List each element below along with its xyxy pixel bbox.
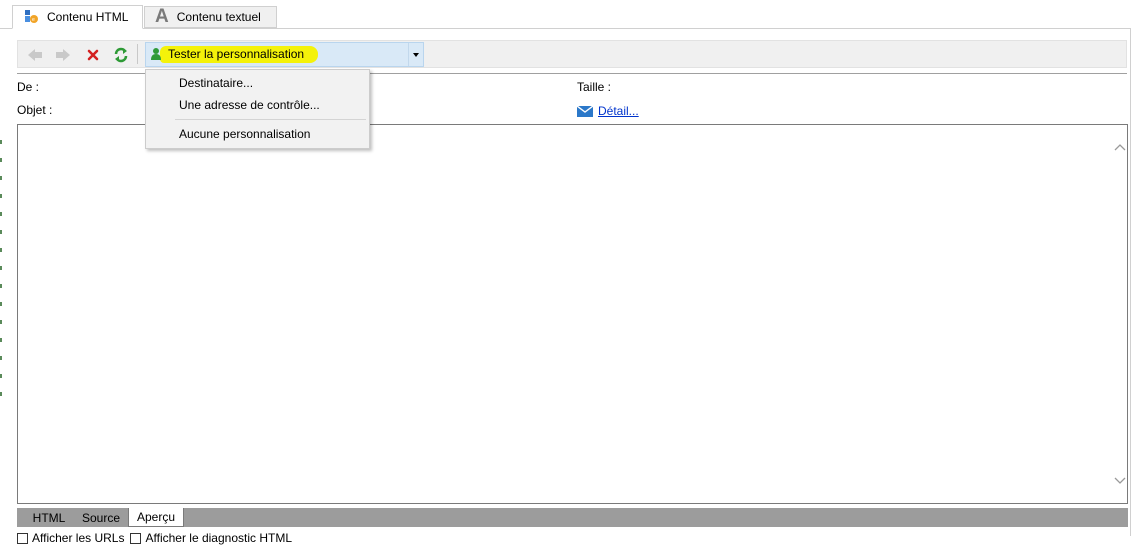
detail-link-wrap[interactable]: Détail... <box>577 104 639 118</box>
size-label: Taille : <box>577 80 612 94</box>
svg-text:e: e <box>32 17 35 23</box>
personalisation-label: Tester la personnalisation <box>168 47 305 61</box>
preview-pane[interactable] <box>17 124 1128 504</box>
envelope-icon <box>577 105 593 117</box>
tab-html-content[interactable]: e Contenu HTML <box>12 5 143 29</box>
tab-text-content[interactable]: A Contenu textuel <box>144 6 277 28</box>
refresh-icon <box>114 47 128 63</box>
tab-html[interactable]: HTML <box>25 508 73 527</box>
menu-item-recipient[interactable]: Destinataire... <box>179 76 253 90</box>
person-icon <box>151 47 161 64</box>
options-row: Afficher les URLs Afficher le diagnostic… <box>17 531 292 545</box>
menu-item-no-personalisation[interactable]: Aucune personnalisation <box>179 127 310 141</box>
window-edge <box>0 140 2 410</box>
combo-divider <box>408 43 409 66</box>
stop-button[interactable] <box>84 46 102 64</box>
checkbox[interactable] <box>17 533 28 545</box>
forward-button[interactable] <box>54 46 72 64</box>
tab-source[interactable]: Source <box>76 508 126 527</box>
tab-label: Contenu textuel <box>176 10 261 24</box>
subject-label: Objet : <box>17 103 53 117</box>
scroll-up-icon[interactable] <box>1114 140 1126 154</box>
menu-item-control-address[interactable]: Une adresse de contrôle... <box>179 98 320 112</box>
refresh-button[interactable] <box>112 46 130 64</box>
checkbox-label: Afficher les URLs <box>32 531 125 545</box>
arrow-right-icon <box>56 49 70 61</box>
red-x-icon <box>87 49 99 61</box>
text-content-icon: A <box>155 6 169 27</box>
checkbox[interactable] <box>130 533 142 545</box>
arrow-left-icon <box>28 49 42 61</box>
scroll-down-icon[interactable] <box>1114 474 1126 488</box>
show-urls-option[interactable]: Afficher les URLs <box>17 531 124 545</box>
tab-apercu[interactable]: Aperçu <box>128 508 184 527</box>
tab-label: Contenu HTML <box>47 10 129 24</box>
toolbar-separator <box>137 44 138 64</box>
back-button[interactable] <box>26 46 44 64</box>
chevron-down-icon[interactable] <box>413 53 419 57</box>
html-content-icon: e <box>23 8 39 27</box>
show-diagnostic-option[interactable]: Afficher le diagnostic HTML <box>130 531 292 545</box>
menu-separator <box>175 119 366 120</box>
detail-link[interactable]: Détail... <box>598 104 639 118</box>
checkbox-label: Afficher le diagnostic HTML <box>145 531 292 545</box>
from-label: De : <box>17 80 40 94</box>
